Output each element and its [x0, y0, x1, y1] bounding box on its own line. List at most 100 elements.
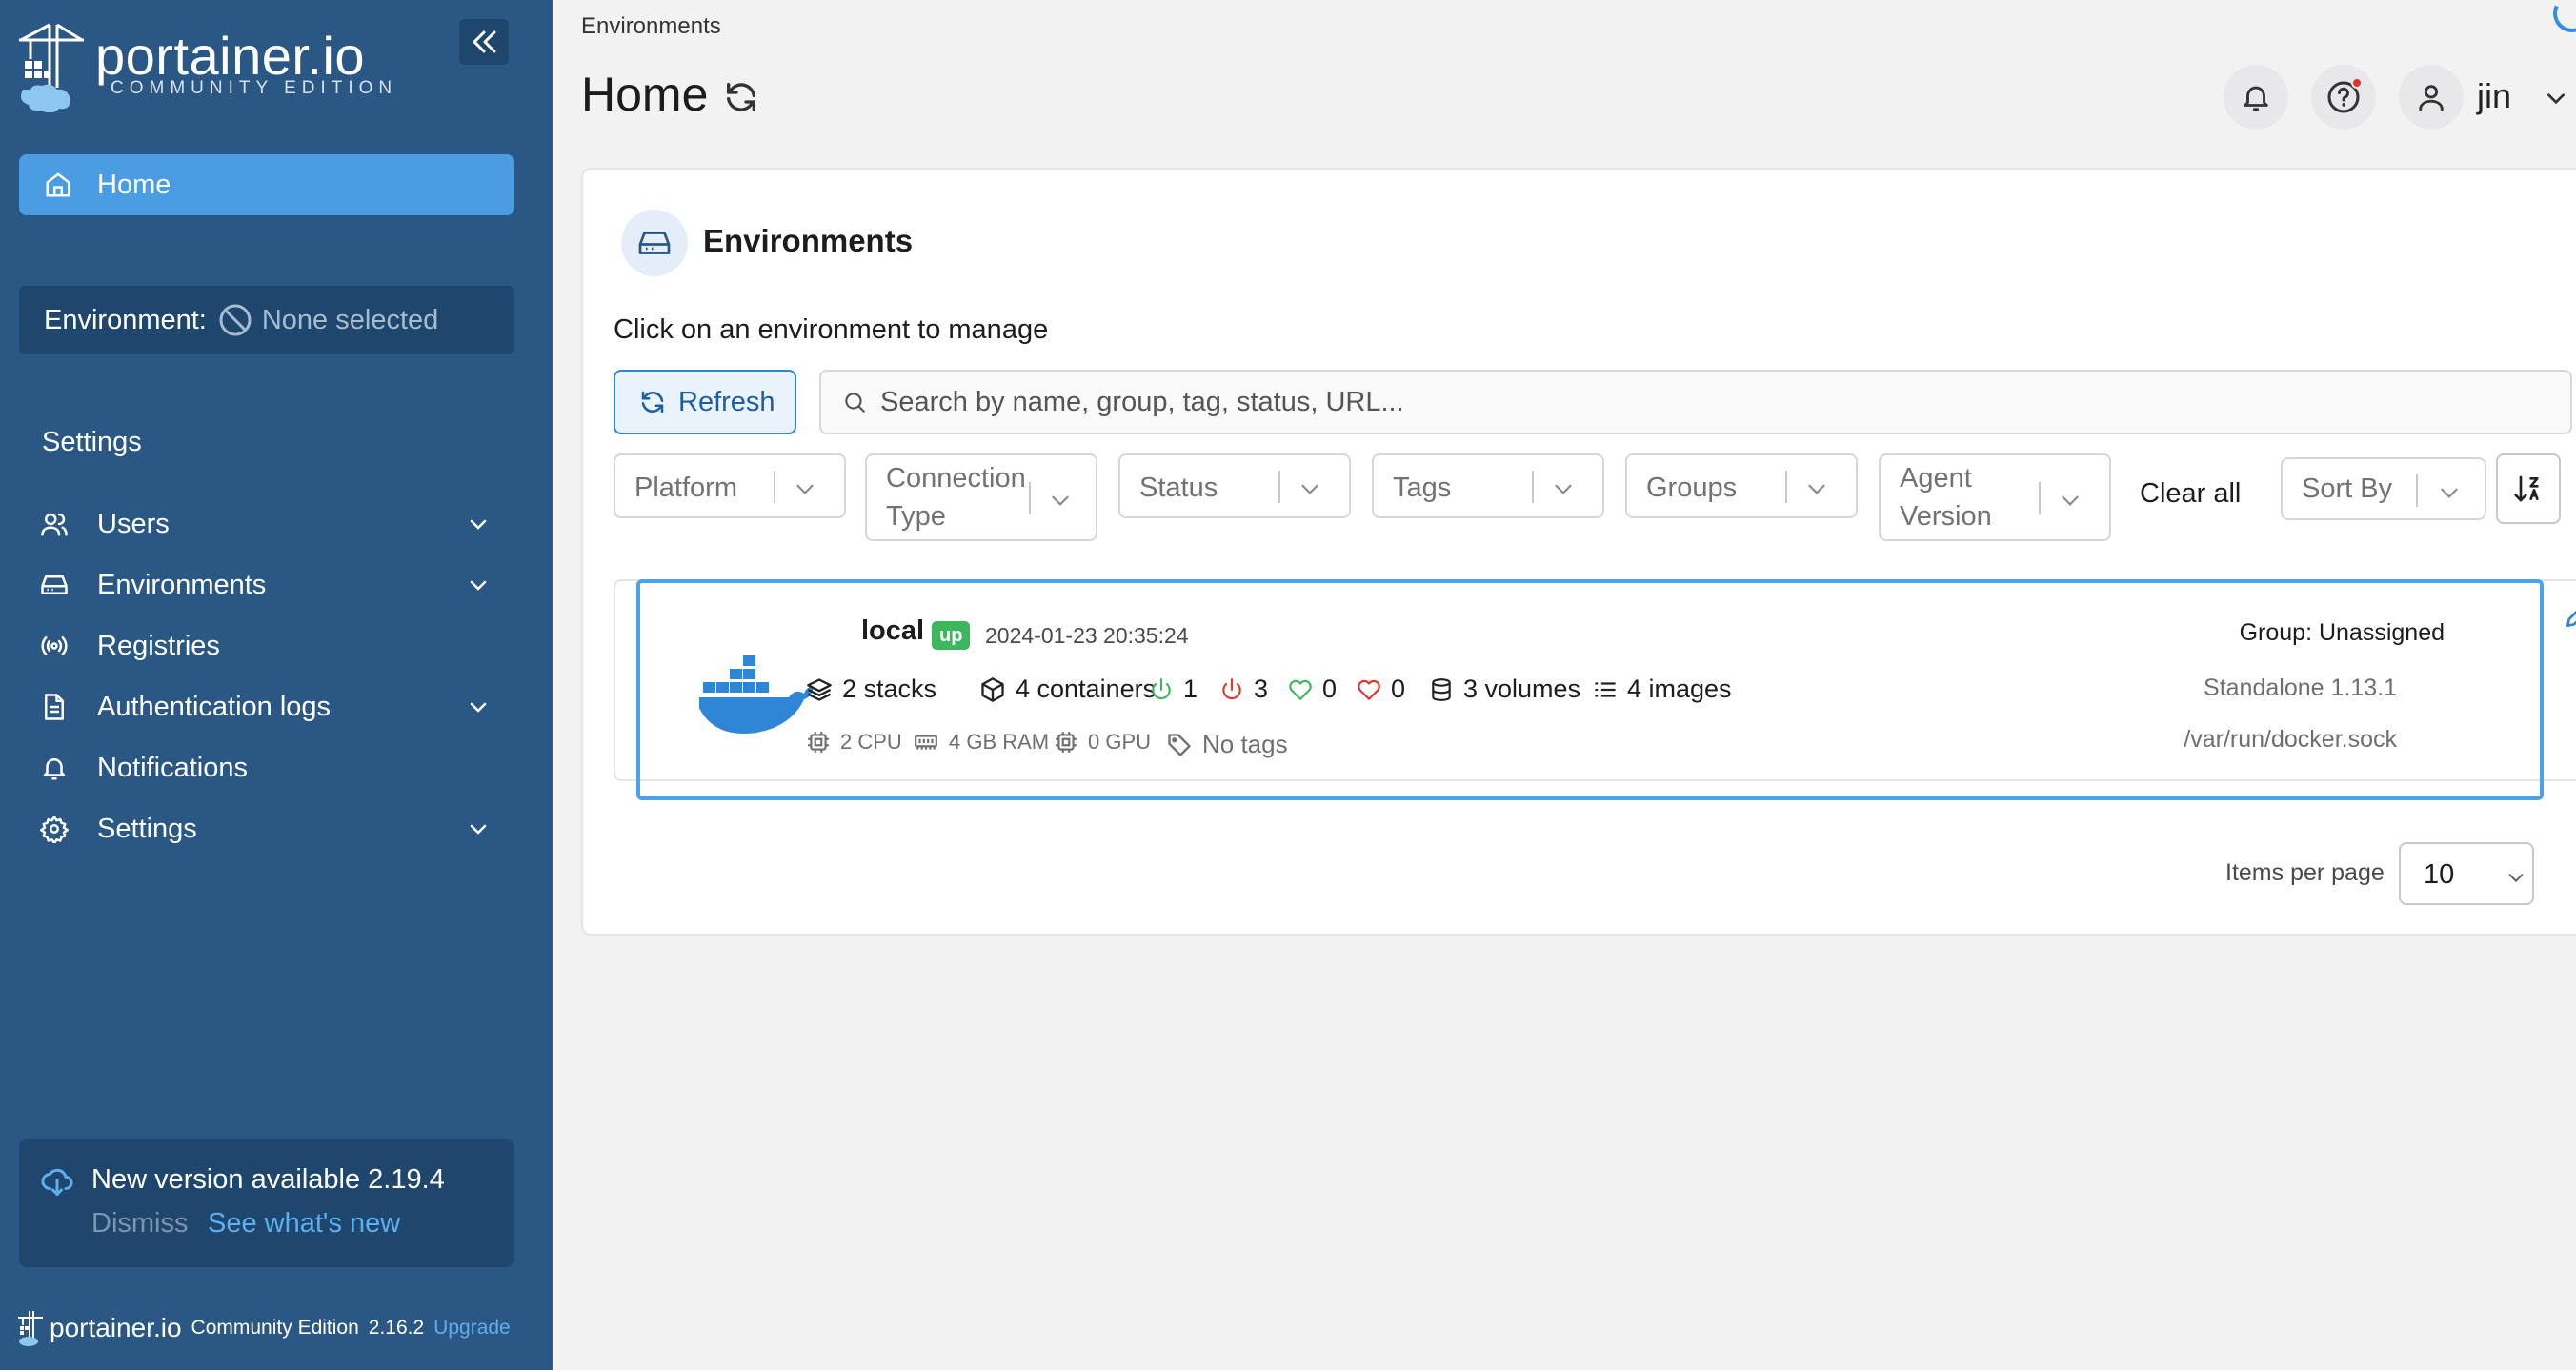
- portainer-logo[interactable]: portainer.io COMMUNITY EDITION: [17, 21, 398, 116]
- footer-edition: Community Edition: [191, 1317, 359, 1339]
- notification-dot: [2351, 77, 2363, 89]
- database-icon: [1429, 677, 1454, 702]
- cpu-icon: [806, 730, 831, 755]
- chevron-down-icon: [1551, 476, 1576, 501]
- filter-label: Connection Type: [886, 463, 1026, 532]
- sidebar-item-label: Registries: [97, 630, 220, 661]
- memory-icon: [913, 730, 939, 755]
- sort-by-select[interactable]: Sort By: [2281, 457, 2486, 520]
- dismiss-link[interactable]: Dismiss: [91, 1208, 189, 1239]
- filter-separator: [1532, 471, 1534, 503]
- help-button[interactable]: [2311, 65, 2376, 130]
- platform-filter[interactable]: Platform: [614, 453, 846, 518]
- refresh-icon[interactable]: [722, 78, 760, 116]
- chevron-down-icon: [467, 695, 490, 718]
- search-icon: [842, 390, 867, 414]
- sidebar-item-notifications[interactable]: Notifications: [40, 743, 497, 793]
- sidebar-item-registries[interactable]: Registries: [40, 621, 497, 671]
- sort-ascending-icon: [2513, 473, 2544, 504]
- chevron-down-icon: [2506, 867, 2526, 888]
- settings-heading: Settings: [42, 427, 142, 457]
- user-avatar-button[interactable]: [2399, 65, 2464, 130]
- update-title: New version available 2.19.4: [91, 1164, 445, 1195]
- portainer-crane-icon: [17, 1309, 44, 1347]
- brand-edition: COMMUNITY EDITION: [111, 78, 398, 98]
- refresh-icon: [638, 388, 667, 416]
- box-icon: [979, 676, 1006, 703]
- docker-icon: [699, 652, 815, 737]
- status-filter[interactable]: Status: [1118, 453, 1351, 518]
- refresh-button[interactable]: Refresh: [614, 370, 796, 434]
- gpu-spec: 0 GPU: [1054, 730, 1151, 755]
- connection-type-filter[interactable]: Connection Type: [865, 453, 1097, 541]
- status-badge: up: [932, 621, 971, 650]
- edit-pencil-icon[interactable]: [2563, 600, 2576, 631]
- chevron-down-icon: [467, 513, 490, 535]
- layers-icon: [806, 676, 833, 703]
- panel-title: Environments: [703, 223, 914, 258]
- upgrade-link[interactable]: Upgrade: [433, 1317, 511, 1340]
- sidebar-item-environments[interactable]: Environments: [40, 560, 497, 610]
- chevron-down-icon: [2058, 488, 2083, 513]
- sidebar-item-authentication-logs[interactable]: Authentication logs: [40, 682, 497, 732]
- environment-timestamp: 2024-01-23 20:35:24: [985, 623, 1189, 648]
- search-input[interactable]: [880, 386, 2500, 418]
- chevron-down-icon: [467, 817, 490, 840]
- filter-separator: [1029, 482, 1031, 514]
- volumes-count: 3 volumes: [1429, 675, 1580, 704]
- user-icon: [2415, 81, 2447, 113]
- sidebar-item-users[interactable]: Users: [40, 499, 497, 549]
- username[interactable]: jin: [2477, 76, 2511, 116]
- users-icon: [40, 510, 74, 538]
- sidebar-footer: portainer.io Community Edition 2.16.2 Up…: [17, 1305, 511, 1351]
- sidebar-item-home[interactable]: Home: [19, 154, 514, 215]
- filter-label: Platform: [634, 473, 737, 503]
- sidebar-item-label: Environments: [97, 569, 267, 600]
- heart-healthy-icon: [1288, 677, 1313, 702]
- double-chevron-left-icon: [469, 27, 499, 57]
- collapse-sidebar-button[interactable]: [459, 19, 509, 65]
- environment-card-highlight[interactable]: local up 2024-01-23 20:35:24 2 stacks 4 …: [636, 579, 2576, 800]
- filter-label: Status: [1139, 473, 1218, 503]
- groups-filter[interactable]: Groups: [1625, 453, 1858, 518]
- sort-order-button[interactable]: [2496, 453, 2561, 524]
- portainer-crane-icon: [17, 21, 86, 112]
- power-running-icon: [1149, 677, 1174, 702]
- agent-version-filter[interactable]: Agent Version: [1879, 453, 2111, 541]
- ban-icon: [218, 303, 252, 337]
- panel-hint: Click on an environment to manage: [614, 314, 1049, 345]
- environment-selector[interactable]: Environment: None selected: [19, 286, 514, 354]
- clear-all-button[interactable]: Clear all: [2140, 478, 2241, 510]
- chevron-down-icon[interactable]: [2544, 86, 2568, 111]
- sidebar-item-settings[interactable]: Settings: [40, 804, 497, 854]
- breadcrumb[interactable]: Environments: [581, 13, 721, 40]
- gear-icon: [40, 815, 74, 843]
- notifications-button[interactable]: [2224, 65, 2288, 130]
- filter-label: Agent Version: [1900, 463, 1992, 532]
- stacks-count: 2 stacks: [806, 675, 936, 704]
- environment-group: Group: Unassigned: [2239, 619, 2445, 646]
- stopped-count: 3: [1219, 675, 1268, 704]
- items-per-page-label: Items per page: [2225, 859, 2385, 886]
- bell-icon: [40, 754, 74, 782]
- tags-filter[interactable]: Tags: [1372, 453, 1604, 518]
- filter-separator: [1278, 471, 1280, 503]
- whats-new-link[interactable]: See what's new: [208, 1208, 400, 1239]
- update-notice: New version available 2.19.4 Dismiss See…: [19, 1139, 514, 1267]
- gpu-icon: [1054, 730, 1078, 755]
- tags-spec: No tags: [1166, 730, 1288, 759]
- refresh-label: Refresh: [678, 386, 775, 417]
- home-icon: [44, 171, 72, 199]
- loading-spinner: [2547, 0, 2576, 38]
- items-per-page-select[interactable]: 10: [2399, 842, 2534, 905]
- cloud-download-icon: [40, 1164, 74, 1199]
- filter-separator: [774, 471, 775, 503]
- healthy-count: 0: [1288, 675, 1337, 704]
- images-count: 4 images: [1593, 675, 1732, 704]
- filter-separator: [2039, 482, 2041, 514]
- running-count: 1: [1149, 675, 1197, 704]
- heart-unhealthy-icon: [1357, 677, 1381, 702]
- footer-version: 2.16.2: [368, 1317, 425, 1339]
- containers-count: 4 containers: [979, 675, 1156, 704]
- sidebar: portainer.io COMMUNITY EDITION Home Envi…: [0, 0, 553, 1370]
